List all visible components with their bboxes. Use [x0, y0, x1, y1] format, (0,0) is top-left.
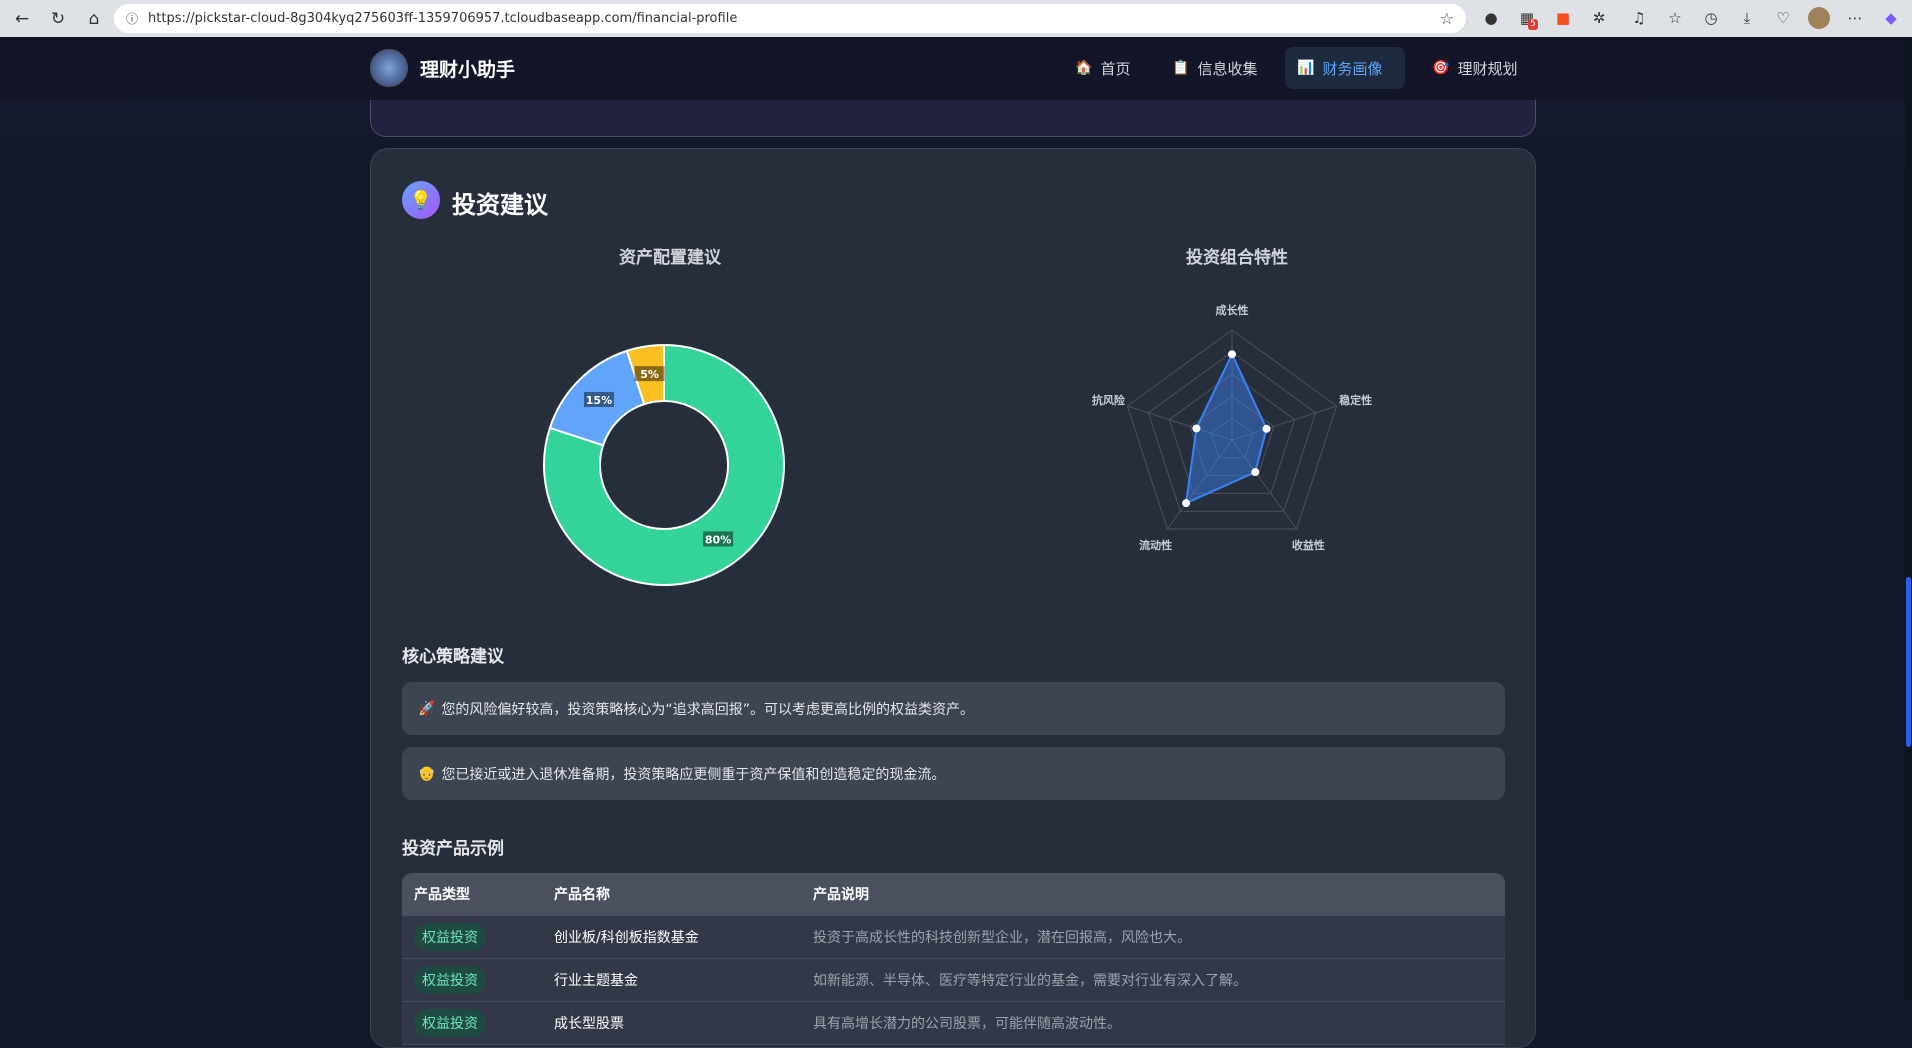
extensions-badge-icon[interactable]: ▦ 5	[1516, 7, 1538, 30]
brand-name[interactable]: 理财小助手	[420, 55, 515, 82]
site-info-icon[interactable]: ⓘ	[126, 10, 138, 27]
json-extension-icon[interactable]: ■	[1552, 7, 1574, 29]
radar-point	[1228, 350, 1236, 359]
page: 理财小助手 🏠 首页 📋 信息收集 📊 财务画像 🎯 理财规划 💡 投资建议 资产配置建…	[0, 37, 1905, 1048]
address-bar[interactable]: ⓘ https://pickstar-cloud-8g304kyq275603ff…	[114, 4, 1466, 33]
table-row: 权益投资 成长型股票 具有高增长潜力的公司股票，可能伴随高波动性。	[402, 1002, 1505, 1045]
slice-label: 80%	[705, 533, 731, 546]
product-desc: 投资于高成长性的科技创新型企业，潜在回报高，风险也大。	[813, 930, 1191, 946]
ext-badge-count: 5	[1528, 19, 1538, 30]
allocation-chart-title: 资产配置建议	[619, 248, 721, 268]
allocation-donut-chart: 80% 15% 5%	[543, 343, 785, 586]
product-name: 行业主题基金	[554, 973, 638, 989]
nav-info-collection[interactable]: 📋 信息收集	[1160, 47, 1269, 89]
type-badge: 权益投资	[414, 1009, 486, 1037]
nav-label: 财务画像	[1322, 59, 1383, 78]
table-header: 产品类型 产品名称 产品说明	[402, 873, 1505, 916]
slice-label: 15%	[586, 394, 612, 407]
strategy-item: 👴 您已接近或进入退休准备期，投资策略应更侧重于资产保值和创造稳定的现金流。	[402, 747, 1505, 800]
investment-advice-card: 💡 投资建议 资产配置建议 投资组合特性 80% 15% 5% 成长性稳定性收益性 流…	[370, 148, 1536, 1048]
browser-toolbar: ← ↻ ⌂ ⓘ https://pickstar-cloud-8g304kyq27…	[0, 0, 1912, 37]
products-heading: 投资产品示例	[402, 839, 504, 859]
rocket-icon: 🚀	[418, 700, 436, 717]
copilot-icon[interactable]: ◆	[1880, 7, 1902, 29]
strategy-heading: 核心策略建议	[402, 647, 504, 667]
radar-axis-label: 收益性	[1292, 538, 1325, 552]
product-name: 成长型股票	[554, 1016, 624, 1032]
type-badge: 权益投资	[414, 923, 486, 951]
product-name: 创业板/科创板指数基金	[554, 930, 699, 946]
radar-axis-label: 成长性	[1216, 303, 1249, 317]
product-desc: 具有高增长潜力的公司股票，可能伴随高波动性。	[813, 1016, 1121, 1032]
history-icon[interactable]: ◷	[1700, 7, 1722, 29]
health-icon[interactable]: ♡	[1772, 7, 1794, 29]
header-name: 产品名称	[554, 887, 610, 903]
strategy-text: 您的风险偏好较高，投资策略核心为“追求高回报”。可以考虑更高比例的权益类资产。	[441, 701, 974, 718]
clipboard-icon: 📋	[1172, 60, 1190, 76]
nav-financial-profile[interactable]: 📊 财务画像	[1285, 47, 1405, 89]
reload-icon[interactable]: ↻	[44, 5, 72, 33]
url-text: https://pickstar-cloud-8g304kyq275603ff-…	[148, 11, 738, 26]
more-icon[interactable]: ⋯	[1844, 7, 1866, 29]
puzzle-icon[interactable]: ✲	[1588, 7, 1610, 29]
scrollbar[interactable]	[1905, 37, 1912, 999]
lightbulb-icon: 💡	[402, 181, 440, 219]
bar-chart-icon: 📊	[1297, 60, 1315, 76]
house-icon: 🏠	[1075, 60, 1093, 76]
radar-axis-label: 稳定性	[1339, 393, 1372, 407]
radar-point	[1251, 468, 1260, 477]
nav-label: 首页	[1100, 59, 1131, 78]
strategy-text: 您已接近或进入退休准备期，投资策略应更侧重于资产保值和创造稳定的现金流。	[441, 766, 946, 783]
table-row: 权益投资 行业主题基金 如新能源、半导体、医疗等特定行业的基金，需要对行业有深入了解…	[402, 959, 1505, 1002]
table-row: 权益投资 创业板/科创板指数基金 投资于高成长性的科技创新型企业，潜在回报高，风险也…	[402, 916, 1505, 959]
portfolio-radar-chart: 成长性稳定性收益性 流动性 抗风险	[1092, 303, 1372, 552]
header-type: 产品类型	[414, 887, 470, 903]
favorites-icon[interactable]: ☆	[1664, 7, 1686, 29]
favorite-star-icon[interactable]: ☆	[1440, 9, 1454, 28]
radar-point	[1262, 424, 1271, 433]
nav-label: 理财规划	[1457, 59, 1518, 78]
scrollbar-thumb[interactable]	[1906, 577, 1911, 747]
slice-label: 5%	[640, 368, 659, 381]
radar-axis-label: 抗风险	[1092, 393, 1126, 407]
header-desc: 产品说明	[813, 887, 869, 903]
logo[interactable]	[370, 49, 408, 87]
target-icon: 🎯	[1432, 60, 1450, 76]
media-icon[interactable]: ♫	[1628, 7, 1650, 29]
section-title: 投资建议	[452, 191, 548, 219]
product-desc: 如新能源、半导体、医疗等特定行业的基金，需要对行业有深入了解。	[813, 973, 1247, 989]
radar-axis-label: 流动性	[1139, 538, 1172, 552]
old-man-icon: 👴	[418, 765, 436, 782]
top-nav: 理财小助手 🏠 首页 📋 信息收集 📊 财务画像 🎯 理财规划	[0, 37, 1905, 100]
download-icon[interactable]: ⤓	[1736, 7, 1758, 29]
portfolio-radar-title: 投资组合特性	[1186, 248, 1288, 268]
nav-home[interactable]: 🏠 首页	[1063, 47, 1142, 89]
strategy-item: 🚀 您的风险偏好较高，投资策略核心为“追求高回报”。可以考虑更高比例的权益类资产。	[402, 682, 1505, 735]
profile-avatar[interactable]	[1808, 7, 1830, 29]
nav-financial-planning[interactable]: 🎯 理财规划	[1420, 47, 1529, 89]
radar-point	[1182, 499, 1191, 508]
home-icon[interactable]: ⌂	[80, 5, 108, 33]
extension-icon[interactable]: ●	[1480, 7, 1502, 29]
products-table: 产品类型 产品名称 产品说明 权益投资 创业板/科创板指数基金 投资于高成长性的科技…	[402, 873, 1505, 1045]
back-icon[interactable]: ←	[8, 5, 36, 33]
nav-label: 信息收集	[1197, 59, 1258, 78]
type-badge: 权益投资	[414, 966, 486, 994]
radar-point	[1192, 424, 1201, 433]
